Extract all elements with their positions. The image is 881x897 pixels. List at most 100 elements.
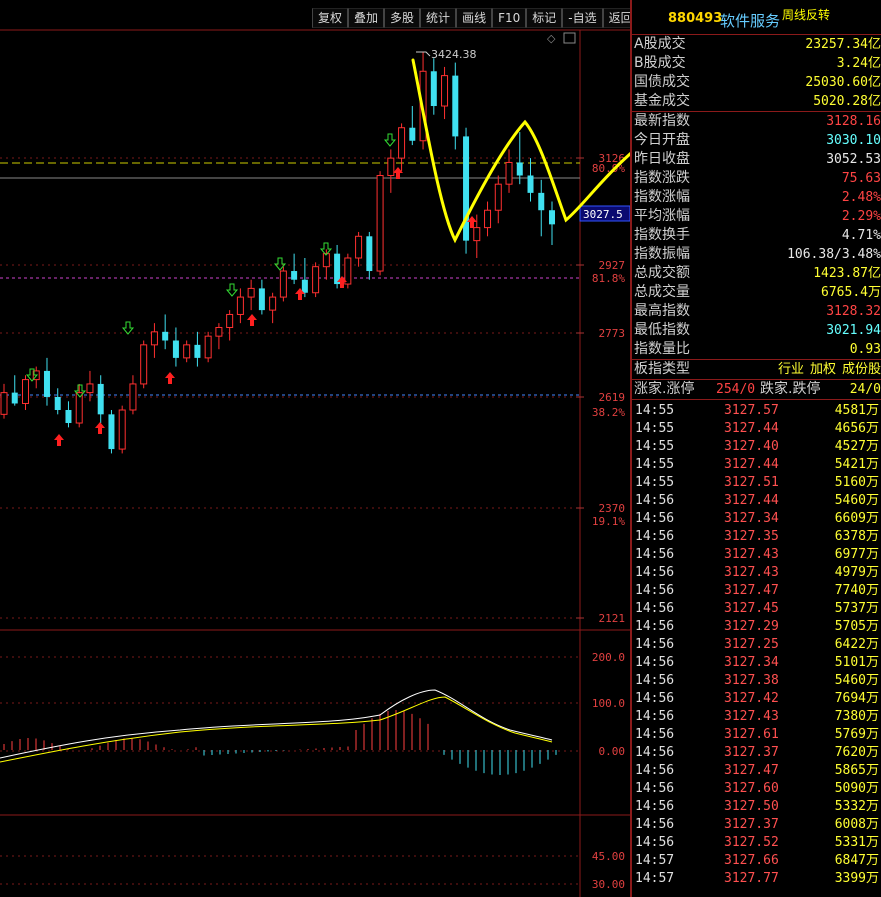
tick-row: 14:56 3127.60 5090万: [632, 780, 881, 798]
stat-label: 今日开盘: [634, 132, 690, 148]
board-tag[interactable]: 加权: [810, 362, 836, 377]
toolbar-button-4[interactable]: 画线: [456, 8, 493, 28]
toolbar-button-2[interactable]: 多股: [384, 8, 421, 28]
tick-row: 14:55 3127.51 5160万: [632, 474, 881, 492]
stat-value: 0.93: [849, 342, 881, 357]
stat-label: 基金成交: [634, 93, 690, 109]
toolbar-button-3[interactable]: 统计: [420, 8, 457, 28]
tick-row: 14:56 3127.44 5460万: [632, 492, 881, 510]
tick-price: 3127.34: [724, 511, 779, 526]
tick-row: 14:55 3127.44 4656万: [632, 420, 881, 438]
tick-volume: 5705万: [834, 619, 879, 634]
chart-toolbar: 复权 叠加 多股 统计 画线 F10 标记 -自选 返回: [312, 8, 639, 28]
toolbar-button-0[interactable]: 复权: [312, 8, 349, 28]
price-label: 2773: [599, 327, 626, 340]
toolbar-button-1[interactable]: 叠加: [348, 8, 385, 28]
tick-price: 3127.57: [724, 403, 779, 418]
tick-price: 3127.37: [724, 745, 779, 760]
candle-body: [204, 335, 212, 359]
tick-volume: 4656万: [834, 421, 879, 436]
tick-list[interactable]: 14:55 3127.57 4581万 14:55 3127.44 4656万 14:55 3…: [632, 400, 881, 888]
tick-time: 14:56: [635, 817, 675, 832]
stat-value: 4.71%: [841, 228, 881, 243]
tick-row: 14:56 3127.34 5101万: [632, 654, 881, 672]
stat-label: 指数涨幅: [634, 189, 690, 205]
stat-label: A股成交: [634, 36, 686, 52]
tick-volume: 5737万: [834, 601, 879, 616]
tick-price: 3127.38: [724, 673, 779, 688]
tick-price: 3127.29: [724, 619, 779, 634]
candle-body: [21, 379, 29, 404]
tick-time: 14:55: [635, 421, 675, 436]
candle-body: [505, 161, 513, 185]
tick-row: 14:56 3127.34 6609万: [632, 510, 881, 528]
tick-price: 3127.43: [724, 709, 779, 724]
tick-volume: 7380万: [834, 709, 879, 724]
up-value: 254/0: [716, 382, 756, 397]
stat-label: 最新指数: [634, 113, 690, 129]
stat-row: A股成交 23257.34亿: [632, 34, 881, 54]
tick-volume: 6609万: [834, 511, 879, 526]
candle-body: [226, 313, 234, 328]
tick-time: 14:56: [635, 637, 675, 652]
tick-row: 14:55 3127.44 5421万: [632, 456, 881, 474]
toolbar-button-7[interactable]: -自选: [562, 8, 603, 28]
candle-body: [11, 392, 18, 404]
tick-price: 3127.37: [724, 817, 779, 832]
stat-label: 昨日收盘: [634, 151, 690, 167]
tick-volume: 6847万: [834, 853, 879, 868]
tick-volume: 5331万: [834, 835, 879, 850]
quote-panel: 880493 软件服务 周线反转 A股成交 23257.34亿 B股成交 3.24亿国…: [630, 0, 881, 897]
tick-row: 14:56 3127.43 7380万: [632, 708, 881, 726]
tick-volume: 5865万: [834, 763, 879, 778]
board-tag[interactable]: 成份股: [842, 362, 881, 377]
candle-body: [322, 253, 330, 268]
down-value: 24/0: [849, 382, 881, 397]
board-tag[interactable]: 行业: [778, 362, 804, 377]
stat-label: 总成交量: [634, 284, 690, 300]
tick-price: 3127.44: [724, 421, 779, 436]
stat-label: 平均涨幅: [634, 208, 690, 224]
kline-chart-area[interactable]: 3126 2927 2773 2619 2370 2121 80.9% 81.8% 38.2% 1…: [0, 0, 639, 897]
tick-row: 14:56 3127.38 5460万: [632, 672, 881, 690]
stat-label: 指数换手: [634, 227, 690, 243]
macd-label: 200.0: [592, 651, 625, 664]
tick-volume: 5421万: [834, 457, 879, 472]
candle-body: [312, 266, 320, 294]
tick-row: 14:56 3127.37 7620万: [632, 744, 881, 762]
candle-body: [258, 288, 265, 311]
sell-arrow-icon: [225, 283, 239, 297]
candle-body: [355, 235, 363, 259]
tick-time: 14:55: [635, 457, 675, 472]
kline-chart[interactable]: 31262927277326192370212180.9%81.8%38.2%1…: [0, 0, 630, 897]
tick-row: 14:57 3127.66 6847万: [632, 852, 881, 870]
tick-volume: 7620万: [834, 745, 879, 760]
toolbar-button-6[interactable]: 标记: [526, 8, 563, 28]
high-label: 3424.38: [431, 48, 477, 61]
stat-value: 3.24亿: [836, 56, 881, 71]
tick-time: 14:56: [635, 511, 675, 526]
stock-name[interactable]: 软件服务: [720, 10, 780, 31]
candle-body: [183, 344, 191, 359]
candle-body: [376, 174, 384, 272]
stat-value: 25030.60亿: [805, 75, 881, 90]
tick-price: 3127.43: [724, 565, 779, 580]
tick-row: 14:56 3127.37 6008万: [632, 816, 881, 834]
stat-row: 指数振幅 106.38/3.48%: [632, 245, 881, 264]
price-label: 2619: [599, 391, 626, 404]
tick-volume: 5090万: [834, 781, 879, 796]
buy-arrow-icon: [247, 314, 257, 326]
tick-price: 3127.45: [724, 601, 779, 616]
tick-volume: 7694万: [834, 691, 879, 706]
tick-price: 3127.66: [724, 853, 779, 868]
candle-body: [452, 75, 459, 137]
tick-price: 3127.34: [724, 655, 779, 670]
tick-row: 14:55 3127.57 4581万: [632, 402, 881, 420]
tick-time: 14:56: [635, 745, 675, 760]
stat-value: 2.48%: [841, 190, 881, 205]
tick-volume: 6008万: [834, 817, 879, 832]
stat-row: 最新指数 3128.16: [632, 111, 881, 131]
toolbar-button-5[interactable]: F10: [492, 8, 527, 28]
candle-body: [108, 414, 115, 450]
candle-body: [344, 257, 352, 285]
